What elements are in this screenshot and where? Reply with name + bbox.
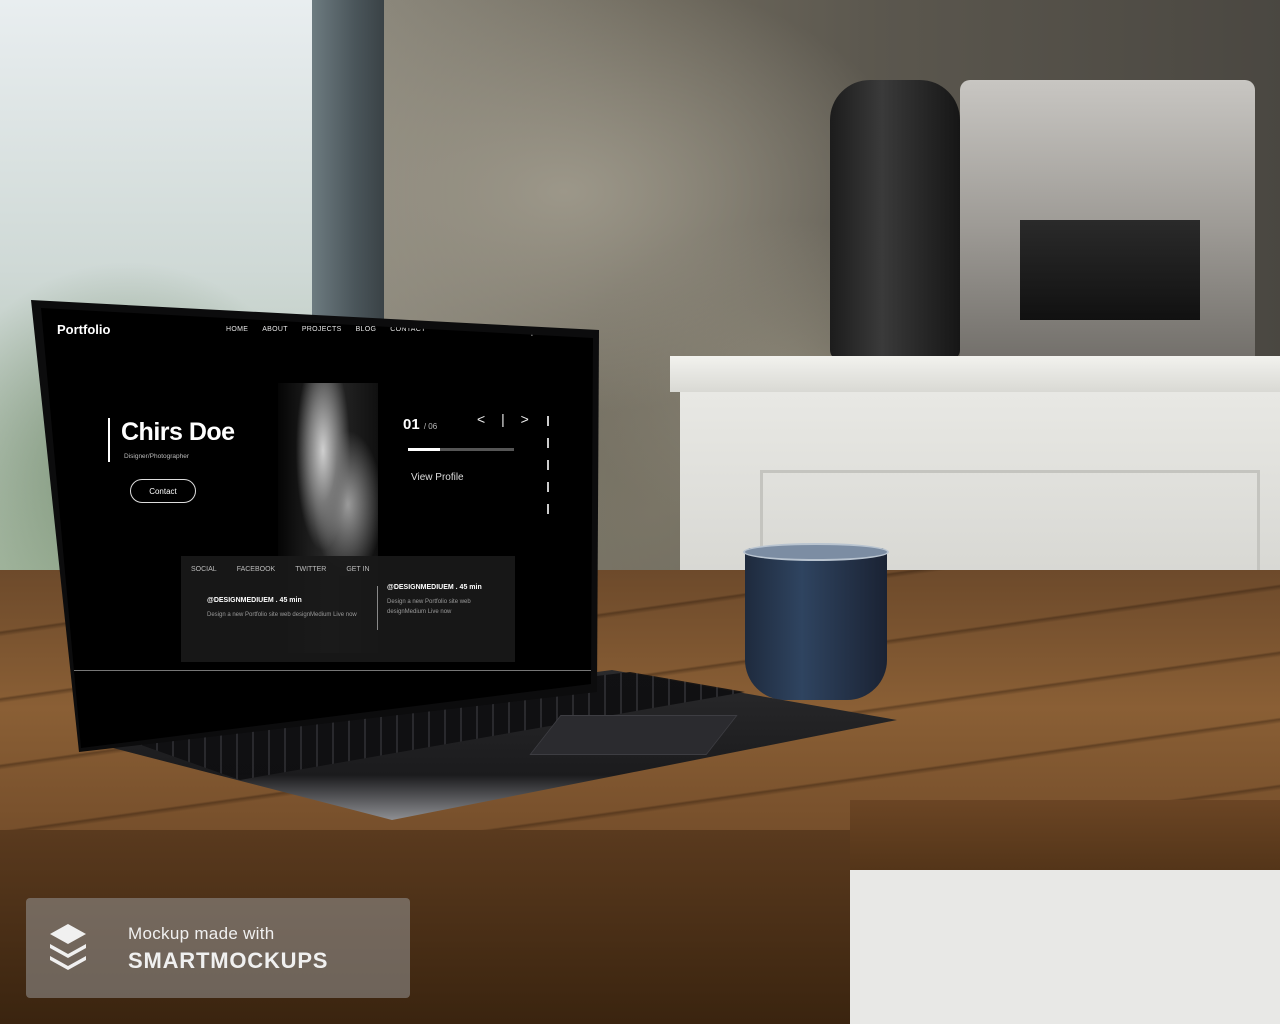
site-logo[interactable]: Portfolio — [57, 322, 110, 337]
tweet-text: Design a new Portfolio site web designMe… — [207, 612, 357, 618]
watermark-line1: Mockup made with — [128, 924, 275, 943]
hero-role: Disigner/Photographer — [124, 453, 190, 460]
tweet-handle[interactable]: @DESIGNMEDIUEM . 45 min — [207, 597, 302, 604]
tweet-handle[interactable]: @DESIGNMEDIUEM . 45 min — [387, 584, 482, 591]
espresso-machine-opening — [1020, 220, 1200, 320]
coffee-cup — [745, 548, 887, 700]
social-links: SOCIAL FACEBOOK TWITTER GET IN — [191, 566, 370, 573]
slide-counter: 01 / 06 — [403, 416, 437, 433]
slider-progress-fill — [408, 448, 440, 451]
nav-blog[interactable]: BLOG — [356, 326, 377, 333]
slide-current: 01 — [403, 416, 420, 433]
hero-accent-bar — [108, 418, 110, 462]
twitter-link[interactable]: TWITTER — [295, 566, 326, 573]
slide-total: / 06 — [423, 422, 438, 431]
tweet-divider — [377, 586, 378, 630]
view-profile-link[interactable]: View Profile — [411, 472, 464, 483]
hero-name: Chirs Doe — [121, 418, 235, 446]
slider-arrows[interactable]: < | > — [477, 411, 535, 427]
slider-progress — [408, 448, 514, 451]
tweet-text: Design a new Portfolio site web designMe… — [387, 599, 471, 615]
floor — [850, 870, 1280, 1024]
counter-top — [670, 356, 1280, 392]
footer-divider — [71, 670, 591, 671]
facebook-link[interactable]: FACEBOOK — [237, 566, 276, 573]
layers-icon — [50, 924, 86, 970]
nav-home[interactable]: HOME — [226, 326, 248, 333]
coffee-grinder — [830, 80, 960, 360]
contact-button[interactable]: Contact — [130, 479, 196, 503]
laptop-trackpad — [529, 715, 738, 755]
get-in-link[interactable]: GET IN — [346, 566, 369, 573]
vertical-pagination[interactable] — [547, 416, 549, 516]
coffee-cup-rim — [743, 543, 889, 561]
nav-projects[interactable]: PROJECTS — [302, 326, 342, 333]
nav-about[interactable]: ABOUT — [262, 326, 288, 333]
watermark-line2: SMARTMOCKUPS — [128, 948, 329, 973]
social-label: SOCIAL — [191, 566, 217, 573]
laptop-screen: Portfolio HOME ABOUT PROJECTS BLOG CONTA… — [41, 308, 593, 748]
